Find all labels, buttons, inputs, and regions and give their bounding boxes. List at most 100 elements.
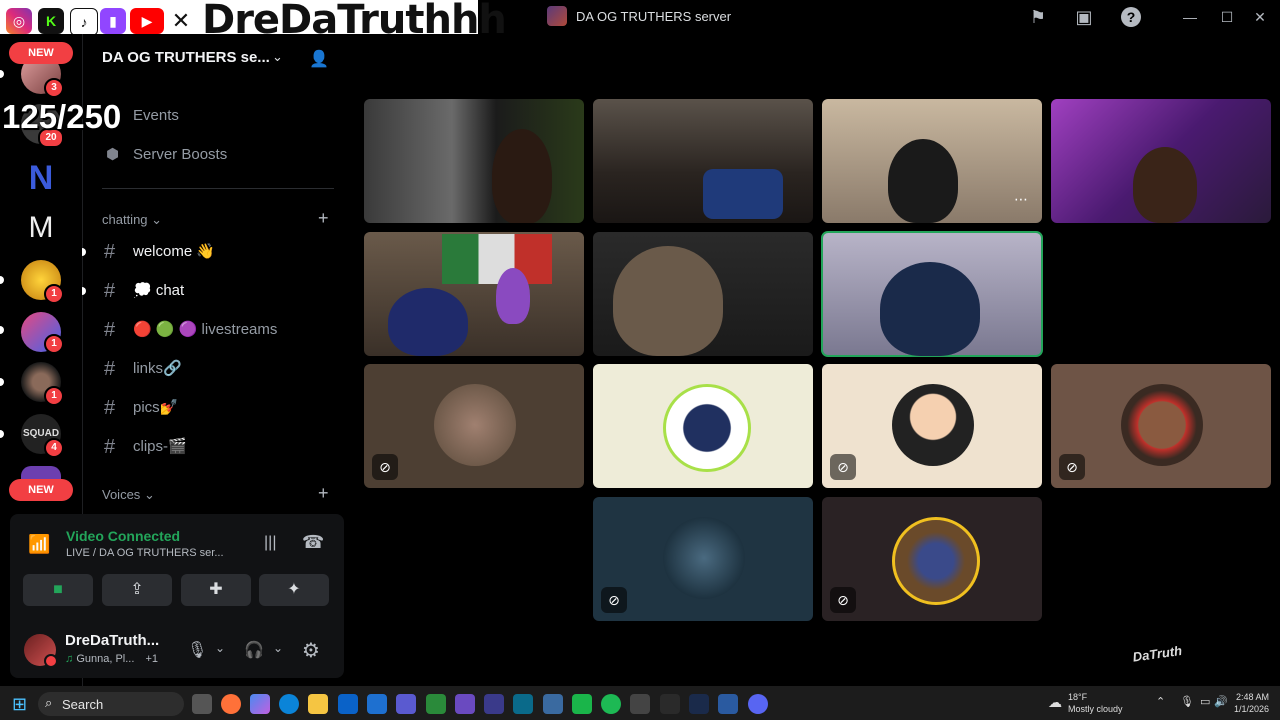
channel-livestreams[interactable]: # 🔴 🟢 🟣 livestreams <box>100 314 340 346</box>
maximize-icon[interactable]: ☐ <box>1215 8 1239 26</box>
events-item[interactable]: Events <box>100 100 340 132</box>
app-icon[interactable] <box>455 694 475 714</box>
taskbar-search[interactable] <box>38 692 184 716</box>
avatar-tile[interactable]: ⊘ <box>364 364 584 488</box>
soundboard-button[interactable]: ✦ <box>259 574 329 606</box>
help-icon[interactable]: ? <box>1121 7 1141 27</box>
app-icon[interactable] <box>660 694 680 714</box>
flag-icon[interactable]: ⚑ <box>1028 7 1048 27</box>
teams-icon[interactable] <box>396 694 416 714</box>
xbox-icon[interactable] <box>426 694 446 714</box>
gear-icon[interactable]: ⚙ <box>302 638 320 663</box>
hash-icon: # <box>104 241 116 263</box>
participant-avatar <box>892 384 974 466</box>
avatar-tile[interactable]: ⊘ <box>822 364 1042 488</box>
new-unreads-pill[interactable]: NEW <box>9 42 73 64</box>
category-chatting[interactable]: chatting ⌄ <box>102 212 162 228</box>
avatar-tile[interactable] <box>593 364 813 488</box>
channel-name: links🔗 <box>133 360 182 377</box>
video-tile[interactable]: ⋯ <box>822 99 1042 223</box>
weather-condition[interactable]: Mostly cloudy <box>1068 704 1123 714</box>
spotify-icon[interactable] <box>601 694 621 714</box>
app-icon[interactable] <box>630 694 650 714</box>
app-icon[interactable] <box>484 694 504 714</box>
channel-chat[interactable]: # 💭 chat <box>100 275 340 307</box>
user-activity[interactable]: ♫ Gunna, Pl... +1 <box>65 653 158 665</box>
video-tile[interactable] <box>364 99 584 223</box>
firefox-icon[interactable] <box>221 694 241 714</box>
inbox-icon[interactable]: ▣ <box>1074 7 1094 27</box>
app-icon[interactable] <box>513 694 533 714</box>
screen-share-button[interactable]: ⇪ <box>102 574 172 606</box>
more-options-icon[interactable]: ⋯ <box>1014 191 1028 208</box>
youtube-icon: ▶ <box>130 8 164 34</box>
voice-channel-name[interactable]: LIVE / DA OG TRUTHERS ser... <box>66 547 224 559</box>
channel-welcome[interactable]: # welcome 👋 <box>100 236 340 268</box>
participant-video <box>613 246 723 356</box>
server-boosts-item[interactable]: ⬢ Server Boosts <box>100 139 340 171</box>
copilot-icon[interactable] <box>250 694 270 714</box>
minimize-icon[interactable]: — <box>1178 8 1202 26</box>
microphone-icon[interactable]: 🎙 <box>187 640 207 660</box>
muted-icon: ⊘ <box>1059 454 1085 480</box>
participant-video <box>492 129 552 223</box>
channel-pics[interactable]: # pics💅 <box>100 392 340 424</box>
volume-icon[interactable]: 🔊 <box>1214 695 1228 708</box>
steam-icon[interactable] <box>689 694 709 714</box>
activities-button[interactable]: ✚ <box>181 574 251 606</box>
video-tile[interactable] <box>364 232 584 356</box>
store-icon[interactable] <box>338 694 358 714</box>
photos-icon[interactable] <box>543 694 563 714</box>
n-server-icon[interactable]: N <box>21 158 61 198</box>
task-view-icon[interactable] <box>192 694 212 714</box>
avatar-tile[interactable]: ⊘ <box>1051 364 1271 488</box>
chevron-down-icon[interactable]: ⌄ <box>273 641 283 655</box>
close-icon[interactable]: ✕ <box>1248 8 1272 26</box>
noise-suppression-icon[interactable]: ||| <box>264 534 276 552</box>
tiktok-icon: ♪ <box>70 8 98 36</box>
clock-date[interactable]: 1/1/2026 <box>1234 704 1269 714</box>
avatar-tile[interactable]: ⊘ <box>593 497 813 621</box>
video-tile[interactable] <box>593 99 813 223</box>
video-tile[interactable] <box>1051 99 1271 223</box>
app-icon[interactable] <box>572 694 592 714</box>
camera-button[interactable]: ■ <box>23 574 93 606</box>
invite-people-icon[interactable]: 👤 <box>309 49 329 69</box>
weather-icon[interactable]: ☁ <box>1048 694 1062 711</box>
voice-status[interactable]: Video Connected <box>66 528 180 544</box>
outlook-icon[interactable] <box>367 694 387 714</box>
participant-video <box>388 288 468 356</box>
file-explorer-icon[interactable] <box>308 694 328 714</box>
category-voices[interactable]: Voices ⌄ <box>102 487 155 503</box>
app-icon[interactable] <box>718 694 738 714</box>
edge-icon[interactable] <box>279 694 299 714</box>
windows-start-icon[interactable]: ⊞ <box>12 694 27 715</box>
signal-icon[interactable]: 📶 <box>28 534 50 555</box>
channel-name: pics💅 <box>133 399 179 416</box>
instagram-icon: ◎ <box>6 8 32 34</box>
username[interactable]: DreDaTruth... <box>65 632 159 649</box>
unread-badge: 1 <box>44 334 64 354</box>
create-channel-icon[interactable]: + <box>318 483 329 504</box>
weather-temperature[interactable]: 18°F <box>1068 692 1087 702</box>
tray-chevron-icon[interactable]: ⌃ <box>1156 695 1165 708</box>
avatar-tile[interactable]: ⊘ <box>822 497 1042 621</box>
discord-icon[interactable] <box>748 694 768 714</box>
network-icon[interactable]: ▭ <box>1200 695 1210 708</box>
server-name[interactable]: DA OG TRUTHERS se... <box>102 49 270 66</box>
chevron-down-icon[interactable]: ⌄ <box>272 49 283 65</box>
video-tile-speaking[interactable] <box>821 231 1043 357</box>
disconnect-icon[interactable]: ☎ <box>302 532 324 553</box>
new-unreads-pill[interactable]: NEW <box>9 479 73 501</box>
channel-clips[interactable]: # clips-🎬 <box>100 431 340 463</box>
participant-video <box>888 139 958 223</box>
create-channel-icon[interactable]: + <box>318 208 329 229</box>
clock-time[interactable]: 2:48 AM <box>1236 692 1269 702</box>
channel-links[interactable]: # links🔗 <box>100 353 340 385</box>
mic-tray-icon[interactable]: 🎙 <box>1180 695 1194 708</box>
headphones-icon[interactable]: 🎧 <box>244 640 264 660</box>
m-server-icon[interactable]: M <box>21 208 61 248</box>
category-label: chatting <box>102 212 148 227</box>
video-tile[interactable] <box>593 232 813 356</box>
chevron-down-icon[interactable]: ⌄ <box>215 641 225 655</box>
